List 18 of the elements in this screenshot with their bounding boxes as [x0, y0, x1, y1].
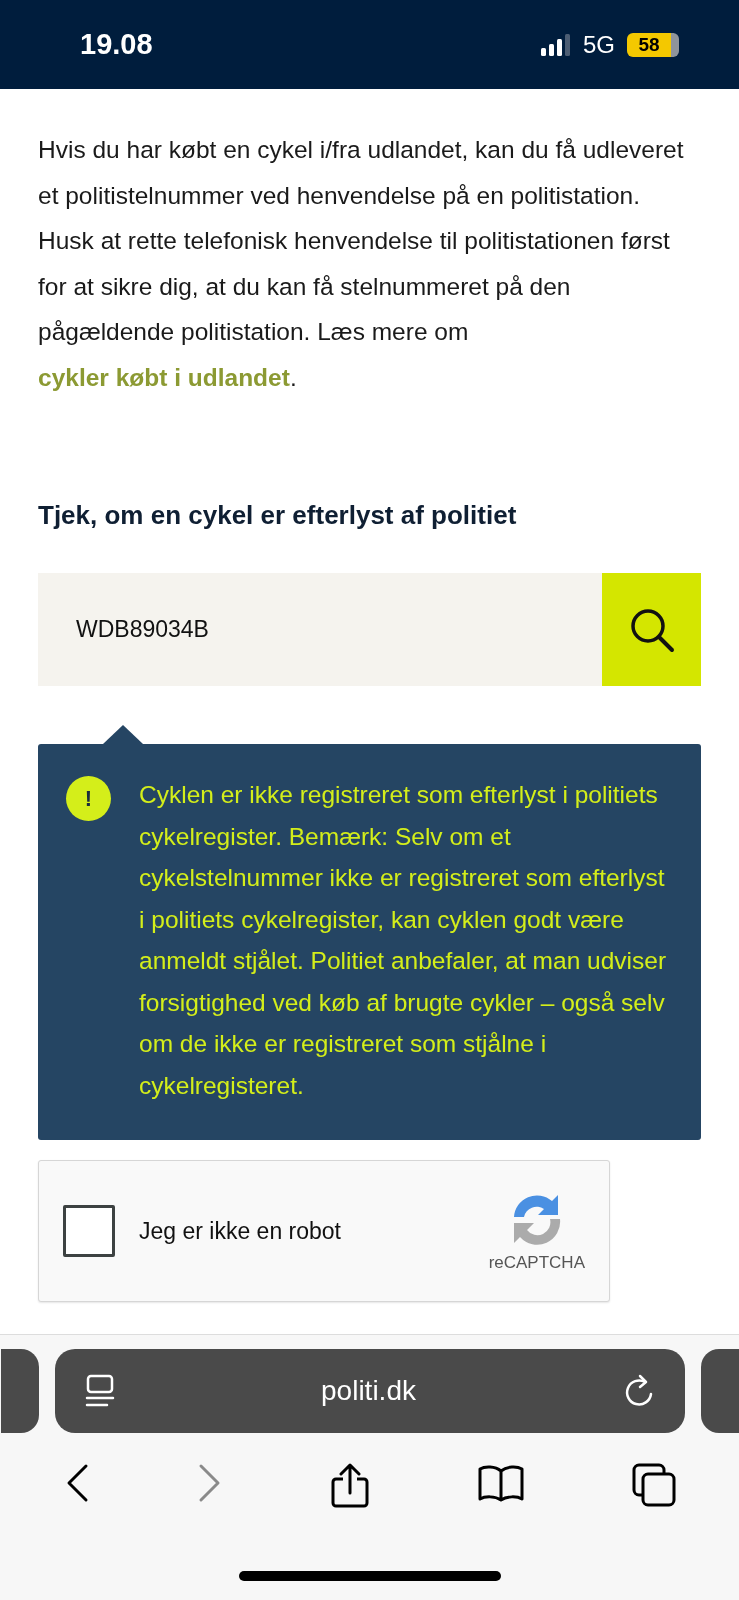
clock-time: 19.08	[80, 28, 153, 61]
tab-preview[interactable]	[0, 1349, 39, 1433]
search-button[interactable]	[602, 573, 701, 686]
battery-icon: 58	[627, 32, 679, 57]
warning-icon: !	[66, 776, 111, 821]
search-field[interactable]: WDB89034B	[38, 573, 602, 686]
address-bar[interactable]: politi.dk	[54, 1349, 685, 1433]
url-text: politi.dk	[321, 1375, 416, 1407]
captcha-label: Jeg er ikke en robot	[139, 1217, 342, 1245]
intro-paragraph: Hvis du har købt en cykel i/fra udlandet, kan du få udleveret et politistelnummer ved henvendelse på en politistation. Husk at rette telefonisk henvendelse til politistationen først for at sikre dig, at du kan få stelnummeret på den pågældende politistation. Læs mere om cykler købt i udlandet.	[38, 135, 685, 393]
reader-icon	[84, 1374, 115, 1408]
tab-preview[interactable]	[700, 1349, 739, 1433]
section-heading: Tjek, om en cykel er efterlyst af politiet	[38, 500, 518, 531]
alert-message: Cyklen er ikke registreret som efterlyst i politiets cykelregister. Bemærk: Selv om et cykelstelnummer ikke er registreret som efterlyst i politiets cykelregister, kan cyklen godt være anmeldt stjålet. Politiet anbefaler, at man udviser forsigtighed ved køb af brugte cykler – også selv om de ikke er registreret som stjålne i cykelregisteret.	[139, 780, 668, 1101]
captcha-brand: reCAPTCHA	[488, 1253, 585, 1273]
signal-icon	[541, 33, 571, 56]
captcha-checkbox[interactable]	[63, 1205, 115, 1257]
network-label: 5G	[583, 30, 615, 59]
